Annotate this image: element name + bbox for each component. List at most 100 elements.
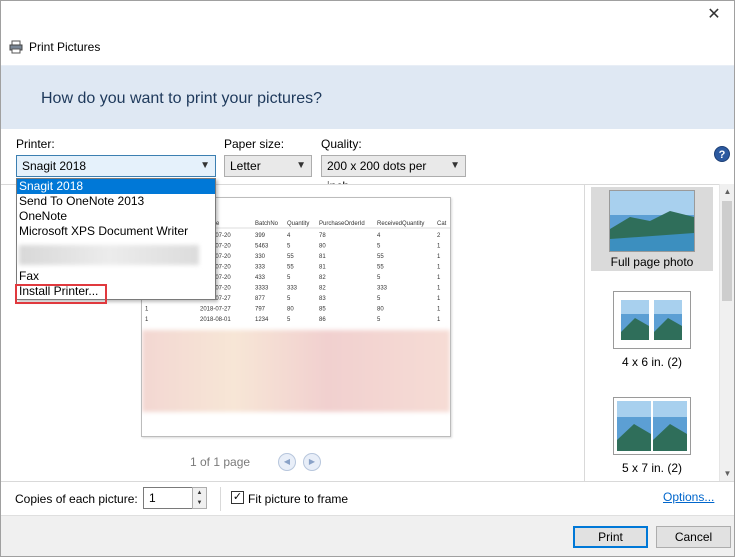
- split-thumbnail: [613, 397, 691, 455]
- printer-dropdown-list: Snagit 2018 Send To OneNote 2013 OneNote…: [16, 178, 216, 300]
- paper-size-label: Paper size:: [224, 137, 285, 151]
- header-banner: How do you want to print your pictures?: [1, 65, 734, 129]
- copies-stepper[interactable]: ▲ ▼: [192, 487, 207, 509]
- layout-label: 4 x 6 in. (2): [621, 355, 683, 369]
- layout-full-page[interactable]: Full page photo: [591, 187, 713, 271]
- table-cell: 2018-08-01: [200, 317, 231, 323]
- table-cell: 81: [319, 254, 326, 260]
- table-cell: 399: [255, 233, 266, 239]
- table-cell: 1: [437, 254, 441, 260]
- photo-pair-icon: [617, 401, 687, 451]
- prev-page-button[interactable]: ◀: [278, 453, 296, 471]
- cancel-button[interactable]: Cancel: [656, 526, 731, 548]
- table-cell: 1: [437, 307, 441, 313]
- layout-label: Full page photo: [610, 255, 694, 269]
- layout-label: 5 x 7 in. (2): [621, 461, 683, 475]
- table-cell: 1: [437, 296, 441, 302]
- table-cell: 2018-07-27: [200, 307, 231, 313]
- print-button[interactable]: Print: [573, 526, 648, 548]
- paper-size-select[interactable]: Letter ▼: [224, 155, 312, 177]
- table-cell: 333: [287, 286, 298, 292]
- window-title: Print Pictures: [29, 40, 101, 54]
- layout-4x6[interactable]: 4 x 6 in. (2): [591, 291, 713, 375]
- copies-label: Copies of each picture:: [15, 492, 138, 506]
- table-cell: 1: [437, 317, 441, 323]
- blurred-content: [142, 330, 450, 412]
- layout-list: Full page photo 4 x 6 in. (2) 5 x 7 in. …: [584, 184, 719, 481]
- quality-select[interactable]: 200 x 200 dots per inch ▼: [321, 155, 466, 193]
- table-cell: 2: [437, 233, 441, 239]
- table-cell: 81: [319, 265, 326, 271]
- table-cell: 1: [437, 286, 441, 292]
- table-cell: 1234: [255, 317, 269, 323]
- printer-label: Printer:: [16, 137, 55, 151]
- table-cell: 5: [287, 244, 291, 250]
- paper-size-value: Letter: [230, 159, 261, 173]
- print-pictures-dialog: ✕ Print Pictures How do you want to prin…: [0, 0, 735, 557]
- next-page-button[interactable]: ▶: [303, 453, 321, 471]
- table-cell: 333: [377, 286, 388, 292]
- table-cell: 80: [319, 244, 326, 250]
- title-bar: Print Pictures: [9, 38, 100, 56]
- table-cell: 4: [377, 233, 381, 239]
- divider: [220, 487, 221, 511]
- table-cell: 85: [319, 307, 326, 313]
- printer-option[interactable]: Send To OneNote 2013: [17, 194, 215, 209]
- table-cell: 78: [319, 233, 326, 239]
- table-cell: 5: [377, 244, 381, 250]
- table-cell: 433: [255, 275, 266, 281]
- annotation-highlight: [15, 284, 107, 304]
- table-cell: 55: [377, 265, 384, 271]
- table-cell: 82: [319, 286, 326, 292]
- chevron-down-icon[interactable]: ▼: [193, 498, 206, 508]
- printer-icon: [9, 40, 23, 54]
- table-cell: 5: [287, 317, 291, 323]
- table-cell: 80: [377, 307, 384, 313]
- printer-option[interactable]: Snagit 2018: [17, 179, 215, 194]
- help-icon[interactable]: ?: [714, 146, 730, 162]
- photo-pair-icon: [621, 300, 682, 340]
- table-cell: 5: [287, 296, 291, 302]
- table-cell: 5: [377, 317, 381, 323]
- table-cell: 83: [319, 296, 326, 302]
- layout-scrollbar[interactable]: ▲ ▼: [719, 184, 734, 481]
- table-header-cell: ReceivedQuantity: [377, 221, 424, 227]
- table-cell: 330: [255, 254, 266, 260]
- scrollbar-thumb[interactable]: [722, 201, 732, 301]
- table-cell: 1: [437, 275, 441, 281]
- table-cell: 80: [287, 307, 294, 313]
- split-thumbnail: [613, 291, 691, 349]
- layout-5x7[interactable]: 5 x 7 in. (2): [591, 397, 713, 481]
- options-link[interactable]: Options...: [663, 490, 714, 504]
- table-cell: 5463: [255, 244, 269, 250]
- table-header-cell: Quantity: [287, 221, 309, 227]
- fit-picture-checkbox[interactable]: ✓: [231, 491, 244, 504]
- photo-icon: [610, 191, 694, 251]
- table-cell: 1: [145, 317, 149, 323]
- chevron-down-icon[interactable]: ▼: [720, 466, 735, 481]
- chevron-up-icon[interactable]: ▲: [193, 488, 206, 498]
- printer-option[interactable]: OneNote: [17, 209, 215, 224]
- table-cell: 55: [377, 254, 384, 260]
- copies-input[interactable]: 1: [143, 487, 193, 509]
- table-cell: 877: [255, 296, 266, 302]
- chevron-down-icon: ▼: [450, 160, 460, 171]
- table-cell: 4: [287, 233, 291, 239]
- printer-select-value: Snagit 2018: [22, 159, 87, 173]
- table-header-cell: BatchNo: [255, 221, 279, 227]
- page-counter: 1 of 1 page: [190, 455, 251, 469]
- printer-option[interactable]: Microsoft XPS Document Writer: [17, 224, 215, 239]
- printer-option[interactable]: Fax: [17, 269, 215, 284]
- table-cell: 86: [319, 317, 326, 323]
- chevron-down-icon: ▼: [296, 160, 306, 171]
- table-cell: 55: [287, 254, 294, 260]
- chevron-up-icon[interactable]: ▲: [720, 184, 735, 199]
- chevron-down-icon: ▼: [200, 160, 210, 171]
- table-cell: 3333: [255, 286, 269, 292]
- fit-picture-label: Fit picture to frame: [248, 492, 349, 506]
- page-title: How do you want to print your pictures?: [41, 90, 323, 107]
- printer-select[interactable]: Snagit 2018 ▼: [16, 155, 216, 177]
- table-cell: 333: [255, 265, 266, 271]
- landscape-thumbnail: [609, 190, 695, 252]
- close-icon[interactable]: ✕: [706, 7, 722, 23]
